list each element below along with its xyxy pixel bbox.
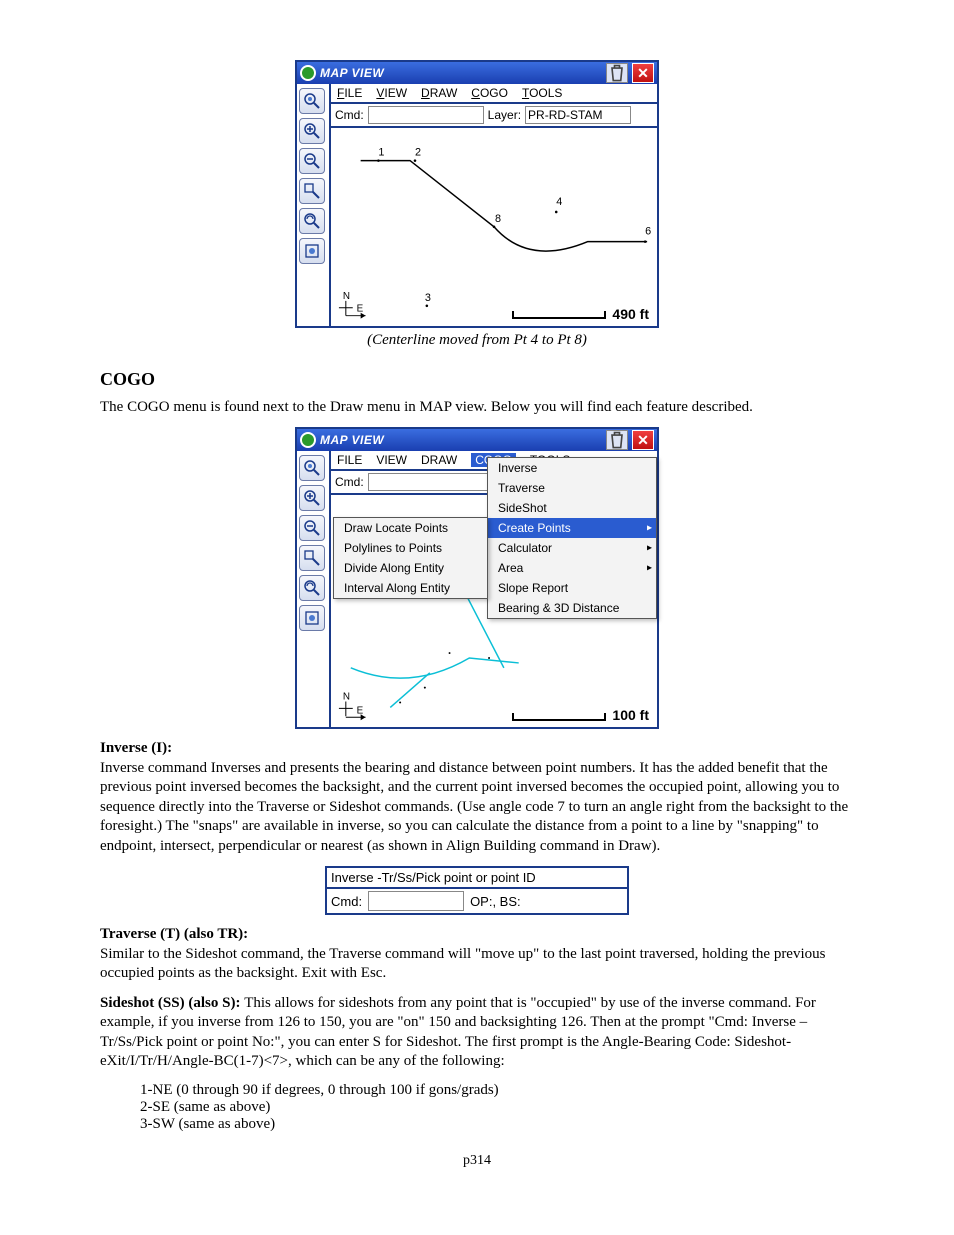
code-2: 2-SE (same as above) xyxy=(140,1099,854,1116)
close-button[interactable]: ✕ xyxy=(632,63,654,83)
cmd-input[interactable] xyxy=(368,106,484,124)
mapview1-canvas[interactable]: N E 1 2 8 4 xyxy=(331,128,657,326)
pt-3: 3 xyxy=(425,292,431,304)
inverse-heading: Inverse (I): xyxy=(100,740,172,756)
prompt-cmd-input[interactable] xyxy=(368,891,464,911)
cogo-inverse[interactable]: Inverse xyxy=(488,458,656,478)
submenu-arrow-icon: ▸ xyxy=(647,543,652,554)
zoom-in-icon[interactable] xyxy=(299,485,325,511)
traverse-body: Similar to the Sideshot command, the Tra… xyxy=(100,946,825,982)
inverse-section: Inverse (I): Inverse command Inverses an… xyxy=(100,739,854,856)
layer-input[interactable] xyxy=(525,106,631,124)
cogo-intro: The COGO menu is found next to the Draw … xyxy=(100,398,854,418)
menu-file[interactable]: FILE xyxy=(337,453,362,467)
angle-codes-list: 1-NE (0 through 90 if degrees, 0 through… xyxy=(140,1082,854,1133)
code-1: 1-NE (0 through 90 if degrees, 0 through… xyxy=(140,1082,854,1099)
mapview1-menubar: FILE VIEW DRAW COGO TOOLS xyxy=(331,84,657,104)
mapview1-title: MAP VIEW xyxy=(320,66,602,80)
sub-interval-along[interactable]: Interval Along Entity xyxy=(334,578,487,598)
cogo-menu: Inverse Traverse SideShot Create Points▸… xyxy=(487,457,657,619)
prompt-cmd-label: Cmd: xyxy=(331,894,362,909)
cogo-area[interactable]: Area▸ xyxy=(488,558,656,578)
submenu-arrow-icon: ▸ xyxy=(647,523,652,534)
figure-mapview-2: MAP VIEW ✕ FILE VIEW DRAW COGO xyxy=(100,427,854,729)
traverse-heading: Traverse (T) (also TR): xyxy=(100,926,248,942)
mapview2-title: MAP VIEW xyxy=(320,433,602,447)
mapview2-canvas[interactable]: N E xyxy=(331,495,657,727)
pt-6: 6 xyxy=(645,226,651,238)
menu-cogo[interactable]: COGO xyxy=(471,86,508,100)
cogo-traverse[interactable]: Traverse xyxy=(488,478,656,498)
heading-cogo: COGO xyxy=(100,369,854,390)
tool-column xyxy=(297,451,329,727)
app-logo-icon xyxy=(300,432,316,448)
cmd-label: Cmd: xyxy=(335,475,364,489)
mapview2-titlebar: MAP VIEW ✕ xyxy=(297,429,657,451)
traverse-section: Traverse (T) (also TR): Similar to the S… xyxy=(100,925,854,984)
cmd-input[interactable] xyxy=(368,473,494,491)
cogo-sideshot[interactable]: SideShot xyxy=(488,498,656,518)
svg-text:N: N xyxy=(343,291,350,302)
pt-8: 8 xyxy=(495,213,501,225)
zoom-out-icon[interactable] xyxy=(299,148,325,174)
create-points-submenu: Draw Locate Points Polylines to Points D… xyxy=(333,517,488,599)
scale-bar: 490 ft xyxy=(512,306,649,322)
tool-column xyxy=(297,84,329,326)
menu-view[interactable]: VIEW xyxy=(376,453,407,467)
cogo-create-points[interactable]: Create Points▸ xyxy=(488,518,656,538)
zoom-extents-icon[interactable] xyxy=(299,88,325,114)
menu-file[interactable]: FILE xyxy=(337,86,362,100)
pt-1: 1 xyxy=(378,147,384,159)
zoom-in-icon[interactable] xyxy=(299,118,325,144)
page-number: p314 xyxy=(100,1153,854,1169)
figure1-caption: (Centerline moved from Pt 4 to Pt 8) xyxy=(100,332,854,349)
trash-button[interactable] xyxy=(606,63,628,83)
menu-draw[interactable]: DRAW xyxy=(421,453,457,467)
sideshot-heading: Sideshot (SS) (also S): xyxy=(100,995,244,1011)
prompt-line1: Inverse -Tr/Ss/Pick point or point ID xyxy=(327,868,627,889)
menu-draw[interactable]: DRAW xyxy=(421,86,457,100)
inverse-body: Inverse command Inverses and presents th… xyxy=(100,760,848,854)
cogo-bearing-3d[interactable]: Bearing & 3D Distance xyxy=(488,598,656,618)
prompt-status: OP:, BS: xyxy=(470,894,521,909)
pt-2: 2 xyxy=(415,147,421,159)
zoom-extents-icon[interactable] xyxy=(299,455,325,481)
sub-polylines-to-points[interactable]: Polylines to Points xyxy=(334,538,487,558)
figure-mapview-1: MAP VIEW ✕ FILE VIEW DRAW COGO xyxy=(100,60,854,349)
scale-bar: 100 ft xyxy=(512,707,649,723)
sub-draw-locate[interactable]: Draw Locate Points xyxy=(334,518,487,538)
zoom-prev-icon[interactable] xyxy=(299,208,325,234)
zoom-window-icon[interactable] xyxy=(299,545,325,571)
inverse-prompt-box: Inverse -Tr/Ss/Pick point or point ID Cm… xyxy=(325,866,629,915)
view-tool-icon[interactable] xyxy=(299,238,325,264)
zoom-out-icon[interactable] xyxy=(299,515,325,541)
svg-text:N: N xyxy=(343,692,350,703)
app-logo-icon xyxy=(300,65,316,81)
layer-label: Layer: xyxy=(488,108,521,122)
code-3: 3-SW (same as above) xyxy=(140,1116,854,1133)
sub-divide-along[interactable]: Divide Along Entity xyxy=(334,558,487,578)
cogo-slope-report[interactable]: Slope Report xyxy=(488,578,656,598)
cmd-row: Cmd: Layer: xyxy=(331,104,657,128)
view-tool-icon[interactable] xyxy=(299,605,325,631)
trash-button[interactable] xyxy=(606,430,628,450)
cmd-label: Cmd: xyxy=(335,108,364,122)
close-button[interactable]: ✕ xyxy=(632,430,654,450)
submenu-arrow-icon: ▸ xyxy=(647,563,652,574)
pt-4: 4 xyxy=(556,196,562,208)
zoom-prev-icon[interactable] xyxy=(299,575,325,601)
menu-view[interactable]: VIEW xyxy=(376,86,407,100)
svg-text:E: E xyxy=(357,304,364,315)
zoom-window-icon[interactable] xyxy=(299,178,325,204)
sideshot-section: Sideshot (SS) (also S): This allows for … xyxy=(100,994,854,1072)
cogo-calculator[interactable]: Calculator▸ xyxy=(488,538,656,558)
mapview1-titlebar: MAP VIEW ✕ xyxy=(297,62,657,84)
svg-text:E: E xyxy=(357,705,364,716)
menu-tools[interactable]: TOOLS xyxy=(522,86,562,100)
